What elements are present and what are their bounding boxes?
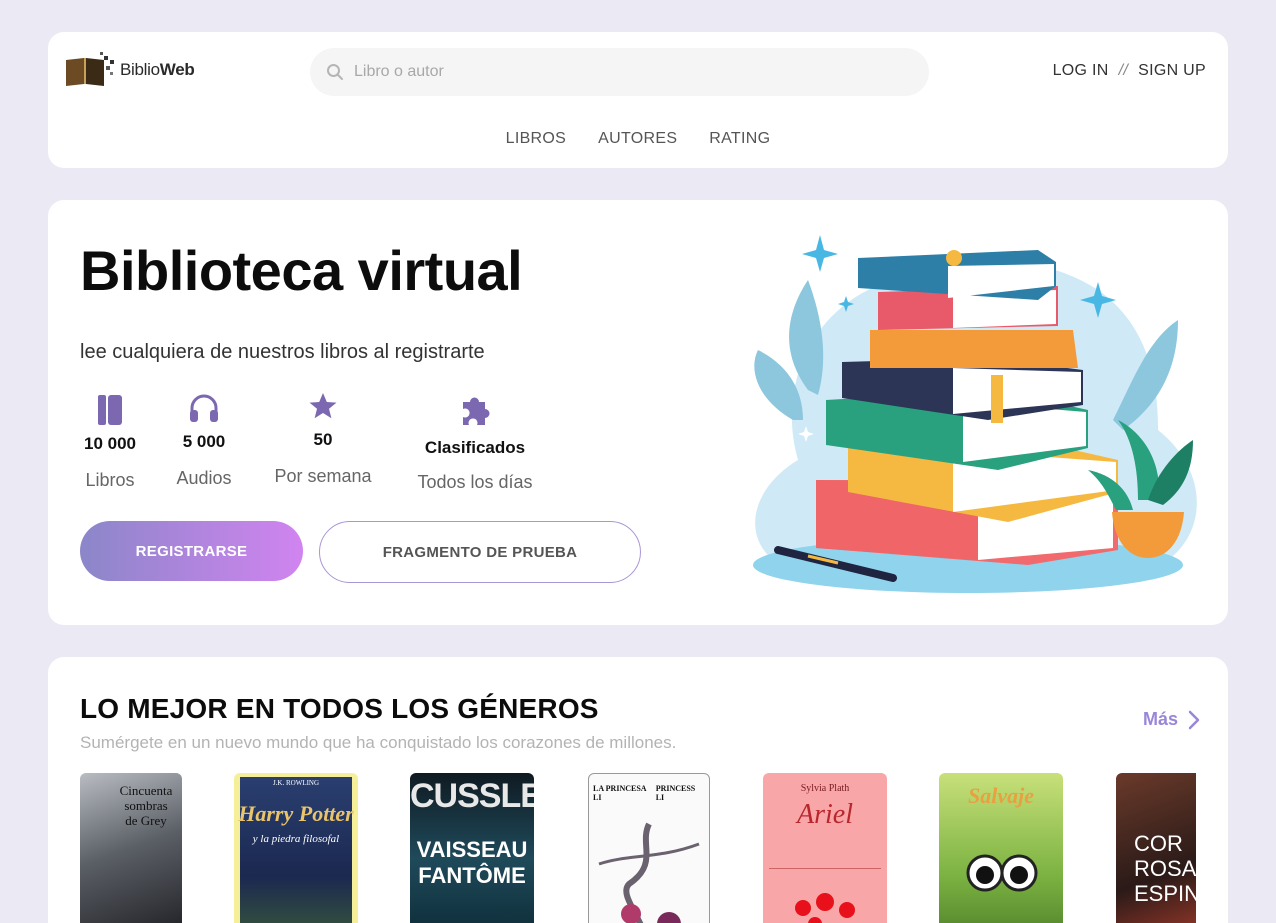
stat-books-value: 10 000 xyxy=(84,434,136,453)
hero-title: Biblioteca virtual xyxy=(80,239,523,302)
nav-item-autores[interactable]: AUTORES xyxy=(598,130,677,148)
books-stack-illustration xyxy=(753,235,1197,593)
book-cover[interactable]: Cincuenta sombras de Grey xyxy=(80,773,182,923)
book-title-alt: PRINCESS LI xyxy=(655,784,696,802)
hero-section: Biblioteca virtual lee cualquiera de nue… xyxy=(48,200,1228,625)
book-title-line: de Grey xyxy=(125,813,167,828)
flowers-art xyxy=(795,893,855,923)
signup-link[interactable]: SIGN UP xyxy=(1138,62,1206,80)
stat-audios: 5 000 Audios xyxy=(170,390,238,489)
more-link[interactable]: Más xyxy=(1143,709,1200,730)
book-carousel: Cincuenta sombras de Grey J.K. ROWLING H… xyxy=(80,773,1196,923)
book-title-line: FANTÔME xyxy=(418,863,526,888)
book-title-line: VAISSEAU xyxy=(416,837,528,862)
logo-text: BiblioWeb xyxy=(120,60,195,79)
register-button[interactable]: REGISTRARSE xyxy=(80,521,303,581)
login-link[interactable]: LOG IN xyxy=(1053,62,1109,80)
book-author: Sylvia Plath xyxy=(800,783,850,794)
stat-weekly-value: 50 xyxy=(313,430,333,449)
book-icon xyxy=(98,395,122,425)
search-input[interactable] xyxy=(354,63,874,81)
book-author: J.K. ROWLING xyxy=(272,779,320,787)
auth-links: LOG IN // SIGN UP xyxy=(1053,62,1206,80)
book-title-line: ROSA xyxy=(1134,856,1196,881)
book-art xyxy=(598,822,700,923)
site-header: BiblioWeb LOG IN // SIGN UP LIBROS AUTOR… xyxy=(48,32,1228,168)
search-icon xyxy=(327,64,343,80)
stat-classified-value: Clasificados xyxy=(424,438,526,457)
genres-subtitle: Sumérgete en un nuevo mundo que ha conqu… xyxy=(80,733,677,752)
stat-weekly: 50 Por semana xyxy=(266,388,380,487)
book-title-line: COR xyxy=(1134,831,1183,856)
book-cover[interactable]: J.K. ROWLING Harry Potter y la piedra fi… xyxy=(234,773,358,923)
book-title-line: ESPIN xyxy=(1134,881,1196,906)
stat-classified: Clasificados Todos los días xyxy=(408,392,542,493)
book-author: CUSSLER xyxy=(410,777,534,815)
book-cover[interactable]: Salvaje xyxy=(939,773,1063,923)
book-subtitle: y la piedra filosofal xyxy=(252,833,340,845)
book-title: Ariel xyxy=(797,799,853,830)
star-icon xyxy=(309,393,337,419)
sample-fragment-button[interactable]: FRAGMENTO DE PRUEBA xyxy=(319,521,641,583)
hero-subtitle: lee cualquiera de nuestros libros al reg… xyxy=(80,341,485,363)
stat-books: 10 000 Libros xyxy=(76,392,144,491)
main-nav: LIBROS AUTORES RATING xyxy=(48,130,1228,148)
more-label: Más xyxy=(1142,709,1178,729)
book-title: Harry Potter xyxy=(238,801,354,826)
book-title-line: sombras xyxy=(124,798,168,813)
book-title: LA PRINCESA LI xyxy=(593,784,647,802)
face-art xyxy=(966,854,1038,892)
search-bar[interactable] xyxy=(310,48,929,96)
logo[interactable]: BiblioWeb xyxy=(64,52,195,88)
puzzle-icon xyxy=(463,397,490,425)
auth-separator: // xyxy=(1118,62,1129,79)
book-cover[interactable]: LA PRINCESA LI PRINCESS LI xyxy=(588,773,710,923)
stat-books-label: Libros xyxy=(85,470,135,490)
book-cover[interactable]: COR ROSA ESPIN xyxy=(1116,773,1196,923)
book-cover[interactable]: CUSSLER VAISSEAU FANTÔME xyxy=(410,773,534,923)
book-cover[interactable]: Sylvia Plath Ariel xyxy=(763,773,887,923)
stat-audios-label: Audios xyxy=(176,468,232,488)
book-title: Salvaje xyxy=(968,783,1034,808)
stat-classified-label: Todos los días xyxy=(417,472,533,492)
genres-section: LO MEJOR EN TODOS LOS GÉNEROS Sumérgete … xyxy=(48,657,1228,923)
logo-book-icon xyxy=(66,52,114,86)
stat-weekly-label: Por semana xyxy=(274,466,372,486)
nav-item-libros[interactable]: LIBROS xyxy=(506,130,567,148)
genres-title: LO MEJOR EN TODOS LOS GÉNEROS xyxy=(80,693,599,724)
stat-audios-value: 5 000 xyxy=(182,432,226,451)
headphones-icon xyxy=(190,394,218,422)
book-title-line: Cincuenta xyxy=(119,783,173,798)
nav-item-rating[interactable]: RATING xyxy=(709,130,770,148)
chevron-right-icon xyxy=(1188,710,1200,729)
